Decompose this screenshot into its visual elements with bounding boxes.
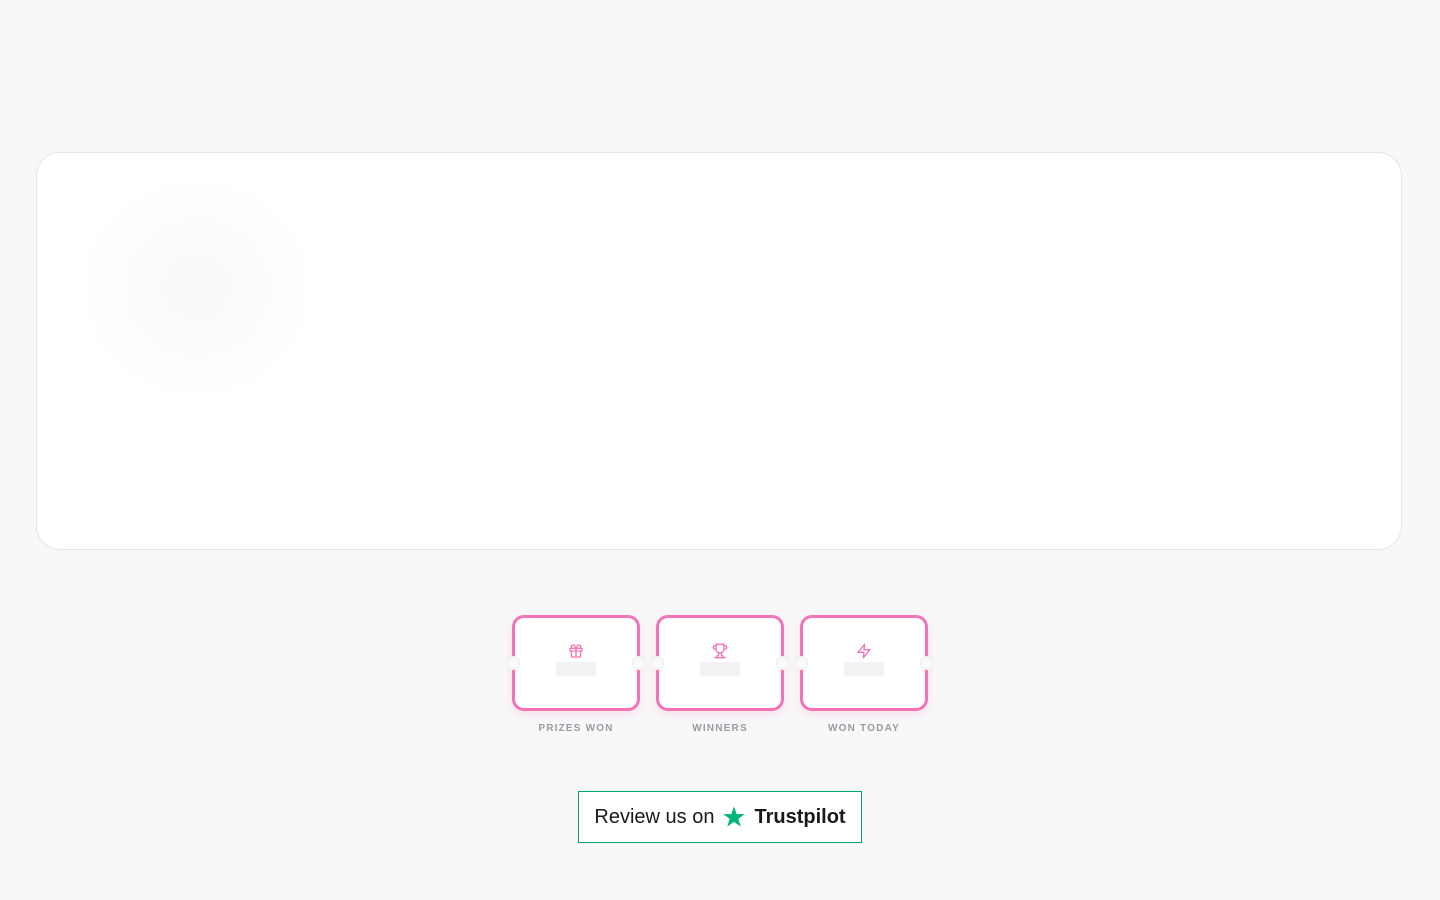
trophy-icon: [712, 643, 728, 659]
hero-placeholder: [77, 173, 317, 403]
stat-value-placeholder: [700, 661, 740, 676]
stat-label: PRIZES WON: [538, 723, 614, 734]
stat-value-placeholder: [556, 661, 596, 676]
stat-winners: WINNERS: [650, 615, 790, 735]
hero-card: [36, 152, 1402, 550]
ticket-notch-right: [776, 656, 790, 670]
page: PRIZES WON WINNERS WON TODAY Review us o…: [0, 0, 1440, 900]
stat-label: WINNERS: [692, 723, 748, 734]
gift-icon: [568, 643, 584, 659]
stat-ticket: [506, 615, 646, 711]
trustpilot-brand: Trustpilot: [754, 805, 846, 828]
stat-ticket: [650, 615, 790, 711]
trustpilot-star-icon: [723, 806, 746, 827]
ticket-notch-right: [632, 656, 646, 670]
ticket-notch-left: [794, 656, 808, 670]
stats-row: PRIZES WON WINNERS WON TODAY: [506, 615, 934, 735]
stat-prizes-won: PRIZES WON: [506, 615, 646, 735]
ticket-notch-right: [920, 656, 934, 670]
stat-ticket: [794, 615, 934, 711]
lightning-icon: [856, 643, 872, 659]
stat-value-placeholder: [844, 661, 884, 676]
stat-label: WON TODAY: [828, 723, 900, 734]
ticket-notch-left: [650, 656, 664, 670]
stat-won-today: WON TODAY: [794, 615, 934, 735]
ticket-notch-left: [506, 656, 520, 670]
trustpilot-prefix: Review us on: [594, 805, 715, 828]
trustpilot-review-button[interactable]: Review us on Trustpilot: [578, 791, 862, 843]
